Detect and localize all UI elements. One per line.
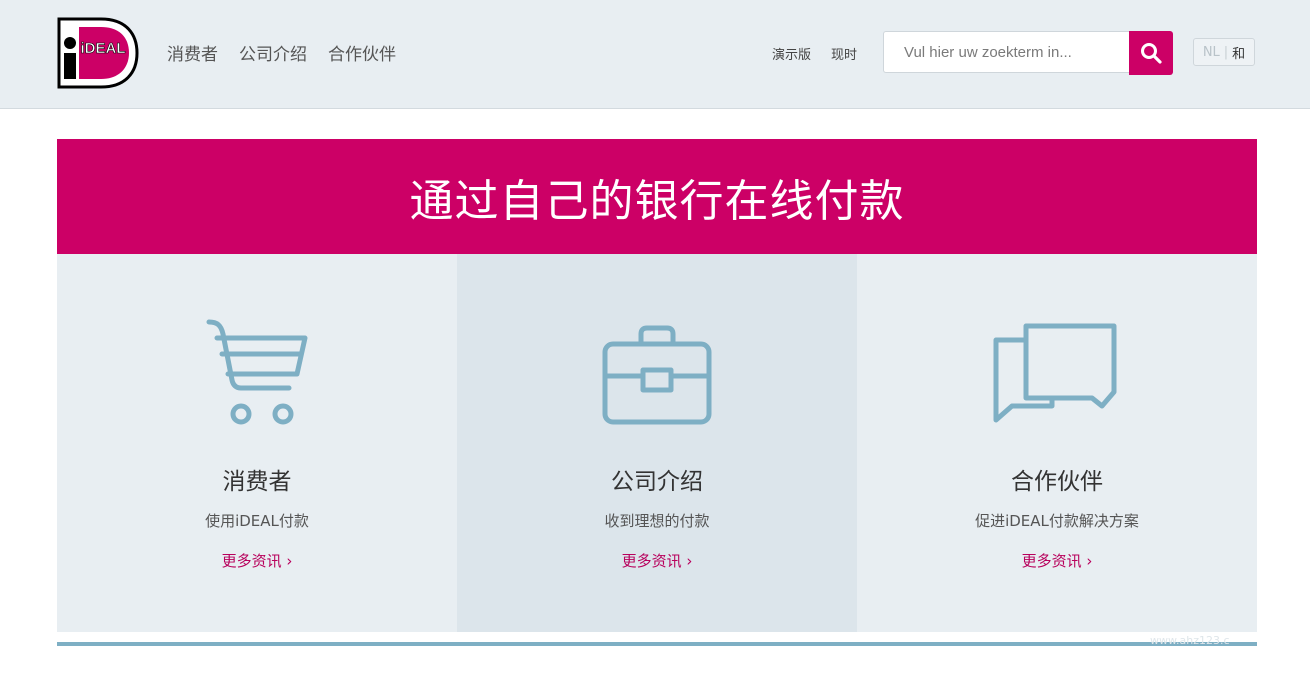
nav-business[interactable]: 公司介绍 (239, 40, 307, 65)
card-description: 促进iDEAL付款解决方案 (975, 512, 1139, 530)
nav-consumers[interactable]: 消费者 (167, 40, 218, 65)
lang-active[interactable]: 和 (1232, 43, 1245, 62)
card-title: 消费者 (222, 469, 292, 495)
site-header: iDEAL 消费者 公司介绍 合作伙伴 演示版 现时 NL | 和 (0, 0, 1310, 109)
audience-cards: 消费者 使用iDEAL付款 更多资讯 › 公司介绍 收到理想的付款 更多资讯 › (57, 254, 1257, 632)
top-link-news[interactable]: 现时 (831, 44, 857, 63)
card-partners[interactable]: 合作伙伴 促进iDEAL付款解决方案 更多资讯 › (857, 254, 1257, 632)
card-description: 收到理想的付款 (604, 512, 710, 530)
search-input[interactable] (883, 31, 1129, 73)
card-title: 合作伙伴 (1011, 469, 1103, 495)
lang-separator: | (1223, 44, 1229, 60)
top-links: 演示版 现时 (772, 44, 877, 63)
search-icon (1141, 43, 1162, 64)
logo-text: iDEAL (81, 40, 126, 57)
language-switcher: NL | 和 (1193, 38, 1255, 66)
card-description: 使用iDEAL付款 (205, 512, 309, 530)
watermark: www.ahz123.c (1150, 634, 1230, 647)
main-nav: 消费者 公司介绍 合作伙伴 (167, 40, 417, 65)
chat-bubbles-icon (857, 316, 1257, 436)
hero-title: 通过自己的银行在线付款 (409, 175, 905, 227)
footer-divider (57, 642, 1257, 646)
card-consumers[interactable]: 消费者 使用iDEAL付款 更多资讯 › (57, 254, 457, 632)
card-title: 公司介绍 (611, 469, 703, 495)
briefcase-icon (457, 316, 857, 436)
search-button[interactable] (1129, 31, 1173, 75)
ideal-logo[interactable]: iDEAL (57, 17, 139, 89)
card-business[interactable]: 公司介绍 收到理想的付款 更多资讯 › (457, 254, 857, 632)
top-link-demo[interactable]: 演示版 (772, 44, 811, 63)
lang-nl[interactable]: NL (1203, 45, 1220, 60)
more-info-link[interactable]: 更多资讯 › (857, 550, 1257, 571)
shopping-cart-icon (57, 316, 457, 436)
hero-banner: 通过自己的银行在线付款 (57, 139, 1257, 254)
more-info-link[interactable]: 更多资讯 › (457, 550, 857, 571)
nav-partners[interactable]: 合作伙伴 (328, 40, 396, 65)
more-info-link[interactable]: 更多资讯 › (57, 550, 457, 571)
